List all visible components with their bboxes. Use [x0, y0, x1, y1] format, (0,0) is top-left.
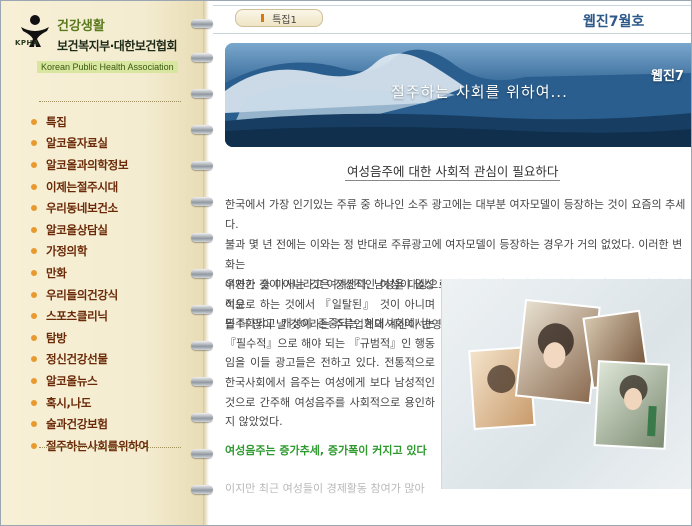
binder-ring-icon [191, 377, 213, 386]
tab-special-1[interactable]: 특집1 [235, 9, 323, 27]
bottom-fade [213, 489, 691, 525]
menu-item-comics[interactable]: 만화 [31, 262, 149, 284]
binder-ring-icon [191, 269, 213, 278]
bullet-icon [31, 205, 37, 212]
binder-ring-icon [191, 485, 213, 494]
menu-item-label: 이제는절주시대 [46, 179, 118, 194]
bullet-icon [31, 140, 37, 147]
menu-item-label: 가정의학 [46, 244, 88, 259]
menu-item-alcohol-news[interactable]: 알코올뉴스 [31, 370, 149, 392]
menu-item-health-center[interactable]: 우리동네보건소 [31, 197, 149, 219]
binder-ring-icon [191, 233, 213, 242]
menu-item-label: 스포츠클리닉 [46, 309, 108, 324]
sidebar: KPHA 건강생활 보건복지부·대한보건협회 Korean Public Hea… [1, 1, 205, 525]
tab-flag-icon [261, 14, 265, 22]
article-paragraph: 여자가 술 마시는 것은 정상적인 여성이 일상적으로 하는 것에서 『일탈된』… [225, 278, 435, 429]
banner-image: 절주하는 사회를 위하여... 웹진7 [225, 43, 691, 147]
logo-kpha-text: KPHA [15, 39, 39, 47]
binder-rings [191, 1, 215, 525]
logo-subtitle: 보건복지부·대한보건협회 [57, 39, 178, 53]
webzine-issue-label: 웹진7월호 [583, 14, 645, 30]
menu-item-label: 우리들의건강식 [46, 287, 118, 302]
menu-item-alcohol-data[interactable]: 알코올자료실 [31, 133, 149, 155]
bullet-icon [31, 377, 37, 384]
soju-ad-cards-icon [468, 298, 670, 450]
menu-item-label: 우리동네보건소 [46, 201, 118, 216]
menu-item-label: 알코올상담실 [46, 222, 108, 237]
bullet-icon [31, 334, 37, 341]
menu-item-special[interactable]: 특집 [31, 111, 149, 133]
menu-item-label: 절주하는사회를위하여 [46, 438, 149, 453]
menu-item-label: 알코올과의학정보 [46, 157, 129, 172]
bullet-icon [31, 442, 37, 449]
article-title: 여성음주에 대한 사회적 관심이 필요하다 [345, 161, 561, 181]
binder-ring-icon [191, 305, 213, 314]
section-heading: 여성음주는 증가추세, 증가폭이 커지고 있다 [225, 444, 427, 457]
menu-item-label: 술과건강보험 [46, 417, 108, 432]
bullet-icon [31, 421, 37, 428]
sidebar-menu: 특집 알코올자료실 알코올과의학정보 이제는절주시대 우리동네보건소 알코올상담… [31, 111, 149, 457]
logo-english: Korean Public Health Association [37, 61, 178, 73]
menu-item-visit[interactable]: 탐방 [31, 327, 149, 349]
bullet-icon [31, 226, 37, 233]
logo[interactable]: KPHA 건강생활 보건복지부·대한보건협회 Korean Public Hea… [1, 1, 201, 79]
banner-corner-text: 웹진7 [651, 69, 684, 84]
bullet-icon [31, 161, 37, 168]
logo-title: 건강생활 [57, 19, 105, 34]
binder-ring-icon [191, 89, 213, 98]
menu-item-health-insurance[interactable]: 술과건강보험 [31, 413, 149, 435]
menu-item-label: 알코올자료실 [46, 136, 108, 151]
bullet-icon [31, 118, 37, 125]
bullet-icon [31, 183, 37, 190]
sidebar-divider-bottom [39, 447, 181, 448]
menu-item-label: 정신건강선물 [46, 352, 108, 367]
menu-item-counseling[interactable]: 알코올상담실 [31, 219, 149, 241]
binder-ring-icon [191, 161, 213, 170]
binder-ring-icon [191, 341, 213, 350]
bullet-icon [31, 291, 37, 298]
banner-caption: 절주하는 사회를 위하여... [391, 83, 568, 101]
bullet-icon [31, 248, 37, 255]
bullet-icon [31, 269, 37, 276]
binder-ring-icon [191, 53, 213, 62]
binder-ring-icon [191, 413, 213, 422]
header-rule-bottom [213, 33, 691, 34]
binder-ring-icon [191, 449, 213, 458]
header-rule [213, 5, 691, 6]
menu-item-moderation-society[interactable]: 절주하는사회를위하여 [31, 435, 149, 457]
menu-item-am-i[interactable]: 혹시,나도 [31, 392, 149, 414]
menu-item-alcohol-medicine[interactable]: 알코올과의학정보 [31, 154, 149, 176]
menu-item-label: 특집 [46, 114, 67, 129]
menu-item-label: 만화 [46, 265, 67, 280]
menu-item-moderation-era[interactable]: 이제는절주시대 [31, 176, 149, 198]
soju-ads-collage [441, 279, 691, 489]
menu-item-sports-clinic[interactable]: 스포츠클리닉 [31, 305, 149, 327]
sidebar-divider [39, 101, 181, 102]
menu-item-mental-health[interactable]: 정신건강선물 [31, 349, 149, 371]
menu-item-label: 탐방 [46, 330, 67, 345]
binder-ring-icon [191, 197, 213, 206]
binder-ring-icon [191, 125, 213, 134]
menu-item-label: 혹시,나도 [46, 395, 92, 410]
bullet-icon [31, 356, 37, 363]
bullet-icon [31, 399, 37, 406]
binder-ring-icon [191, 19, 213, 28]
page-frame: KPHA 건강생활 보건복지부·대한보건협회 Korean Public Hea… [0, 0, 692, 526]
menu-item-label: 알코올뉴스 [46, 373, 98, 388]
menu-item-healthy-food[interactable]: 우리들의건강식 [31, 284, 149, 306]
tab-label: 특집1 [272, 14, 297, 26]
bullet-icon [31, 313, 37, 320]
menu-item-family-medicine[interactable]: 가정의학 [31, 241, 149, 263]
